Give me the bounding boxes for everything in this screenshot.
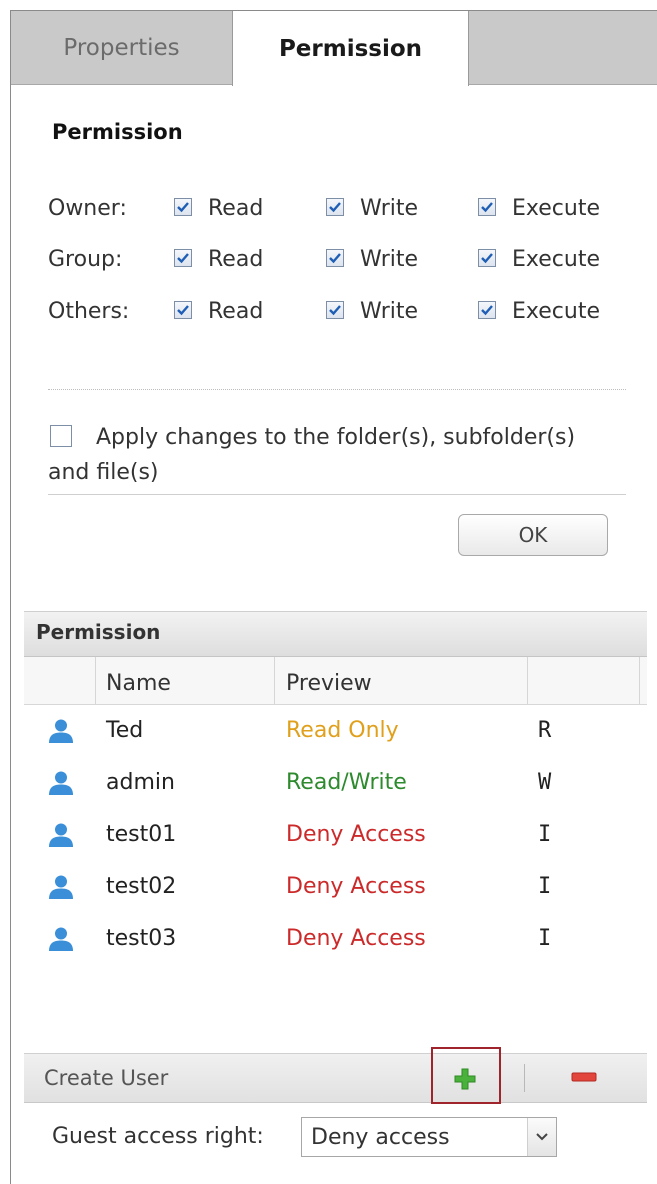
user-permission-preview: Read Only bbox=[286, 718, 399, 743]
user-row[interactable]: test01 Deny Access I bbox=[24, 810, 647, 862]
check-icon bbox=[329, 202, 341, 213]
user-name: test02 bbox=[106, 874, 177, 899]
others-write-label: Write bbox=[360, 299, 419, 324]
column-separator bbox=[95, 657, 96, 705]
group-execute-label: Execute bbox=[512, 247, 600, 272]
user-name: Ted bbox=[106, 718, 144, 743]
others-read-label: Read bbox=[208, 299, 264, 324]
user-name: admin bbox=[106, 770, 175, 795]
owner-write-label: Write bbox=[360, 196, 419, 221]
user-permission-preview: Deny Access bbox=[286, 926, 426, 951]
check-icon bbox=[481, 202, 493, 213]
check-icon bbox=[329, 305, 341, 316]
others-read-checkbox[interactable] bbox=[174, 301, 192, 319]
user-permission-title: Permission bbox=[36, 620, 161, 644]
group-write-label: Write bbox=[360, 247, 419, 272]
user-row[interactable]: admin Read/Write W bbox=[24, 758, 647, 810]
check-icon bbox=[481, 305, 493, 316]
ok-button[interactable]: OK bbox=[458, 514, 608, 556]
owner-execute-label: Execute bbox=[512, 196, 600, 221]
user-permission-code[interactable]: I bbox=[538, 874, 551, 899]
user-icon bbox=[49, 927, 73, 951]
column-separator bbox=[274, 657, 275, 705]
group-read-label: Read bbox=[208, 247, 264, 272]
check-icon bbox=[177, 202, 189, 213]
create-user-label: Create User bbox=[44, 1066, 169, 1090]
apply-recursive-label: Apply changes to the folder(s), subfolde… bbox=[48, 425, 576, 485]
tab-permission[interactable]: Permission bbox=[232, 11, 469, 86]
chevron-down-icon bbox=[536, 1133, 548, 1141]
user-name: test01 bbox=[106, 822, 177, 847]
divider bbox=[48, 494, 626, 495]
owner-read-checkbox[interactable] bbox=[174, 198, 192, 216]
tab-bar: Properties Permission bbox=[11, 11, 657, 86]
user-permission-preview: Deny Access bbox=[286, 874, 426, 899]
check-icon bbox=[177, 305, 189, 316]
user-permission-code[interactable]: I bbox=[538, 822, 551, 847]
user-permission-preview: Read/Write bbox=[286, 770, 407, 795]
user-permission-code[interactable]: W bbox=[538, 770, 551, 795]
others-label: Others: bbox=[48, 299, 130, 324]
check-icon bbox=[177, 253, 189, 264]
user-row[interactable]: test03 Deny Access I bbox=[24, 914, 647, 966]
user-icon bbox=[49, 875, 73, 899]
dropdown-toggle[interactable] bbox=[527, 1118, 556, 1156]
permission-heading: Permission bbox=[52, 120, 183, 144]
owner-write-checkbox[interactable] bbox=[326, 198, 344, 216]
group-write-checkbox[interactable] bbox=[326, 249, 344, 267]
group-label: Group: bbox=[48, 247, 123, 272]
owner-label: Owner: bbox=[48, 196, 127, 221]
owner-read-label: Read bbox=[208, 196, 264, 221]
user-row[interactable]: test02 Deny Access I bbox=[24, 862, 647, 914]
user-icon bbox=[49, 719, 73, 743]
user-icon bbox=[49, 771, 73, 795]
column-header-preview[interactable]: Preview bbox=[286, 671, 372, 696]
divider bbox=[48, 389, 626, 390]
panel-frame bbox=[10, 10, 657, 1184]
group-execute-checkbox[interactable] bbox=[478, 249, 496, 267]
check-icon bbox=[481, 253, 493, 264]
user-name: test03 bbox=[106, 926, 177, 951]
others-execute-checkbox[interactable] bbox=[478, 301, 496, 319]
toolbar-separator bbox=[524, 1064, 525, 1092]
column-header-name[interactable]: Name bbox=[106, 671, 171, 696]
user-row[interactable]: Ted Read Only R bbox=[24, 706, 647, 758]
others-write-checkbox[interactable] bbox=[326, 301, 344, 319]
user-permission-code[interactable]: R bbox=[538, 718, 551, 743]
group-read-checkbox[interactable] bbox=[174, 249, 192, 267]
user-icon bbox=[49, 823, 73, 847]
tab-properties[interactable]: Properties bbox=[11, 11, 232, 85]
user-permission-preview: Deny Access bbox=[286, 822, 426, 847]
guest-access-label: Guest access right: bbox=[52, 1124, 264, 1149]
owner-execute-checkbox[interactable] bbox=[478, 198, 496, 216]
others-execute-label: Execute bbox=[512, 299, 600, 324]
plus-icon[interactable] bbox=[453, 1067, 477, 1091]
guest-access-value: Deny access bbox=[311, 1125, 450, 1150]
user-permission-code[interactable]: I bbox=[538, 926, 551, 951]
minus-icon[interactable] bbox=[571, 1072, 597, 1082]
column-separator bbox=[639, 657, 640, 705]
check-icon bbox=[329, 253, 341, 264]
column-separator bbox=[527, 657, 528, 705]
